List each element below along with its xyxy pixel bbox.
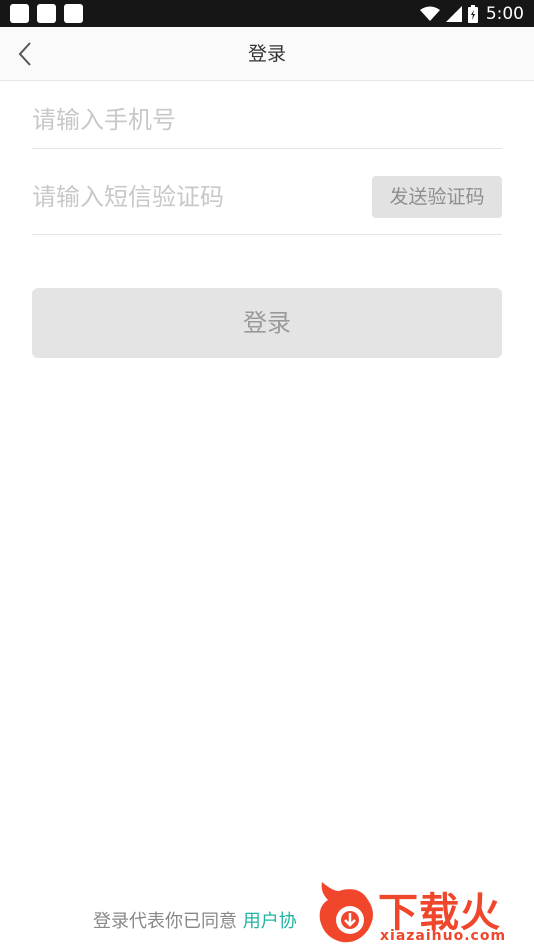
back-button[interactable] xyxy=(8,37,42,71)
battery-icon xyxy=(467,4,478,23)
phone-field xyxy=(32,92,502,149)
code-input[interactable] xyxy=(32,160,362,234)
login-button[interactable]: 登录 xyxy=(32,288,502,358)
notification-icon xyxy=(37,4,56,23)
nav-bar: 登录 xyxy=(0,27,534,81)
notification-icon xyxy=(64,4,83,23)
send-code-button[interactable]: 发送验证码 xyxy=(372,176,502,218)
notification-icon xyxy=(10,4,29,23)
wifi-icon xyxy=(419,6,440,21)
agreement-prefix: 登录代表你已同意 xyxy=(93,911,237,932)
flame-logo-icon xyxy=(319,882,373,943)
user-agreement-link[interactable]: 用户协 xyxy=(243,911,297,932)
watermark: 下载火 xiazaihuo.com xyxy=(316,880,530,946)
code-field: 发送验证码 xyxy=(32,160,502,235)
watermark-site: xiazaihuo.com xyxy=(380,928,507,944)
agreement-text: 登录代表你已同意 用户协 xyxy=(93,907,297,933)
chevron-left-icon xyxy=(18,42,31,66)
status-indicators: 5:00 xyxy=(419,0,524,27)
status-bar: 5:00 xyxy=(0,0,534,27)
signal-icon xyxy=(445,5,462,22)
page-title: 登录 xyxy=(247,43,286,65)
status-time: 5:00 xyxy=(485,3,524,24)
phone-input[interactable] xyxy=(32,92,492,148)
